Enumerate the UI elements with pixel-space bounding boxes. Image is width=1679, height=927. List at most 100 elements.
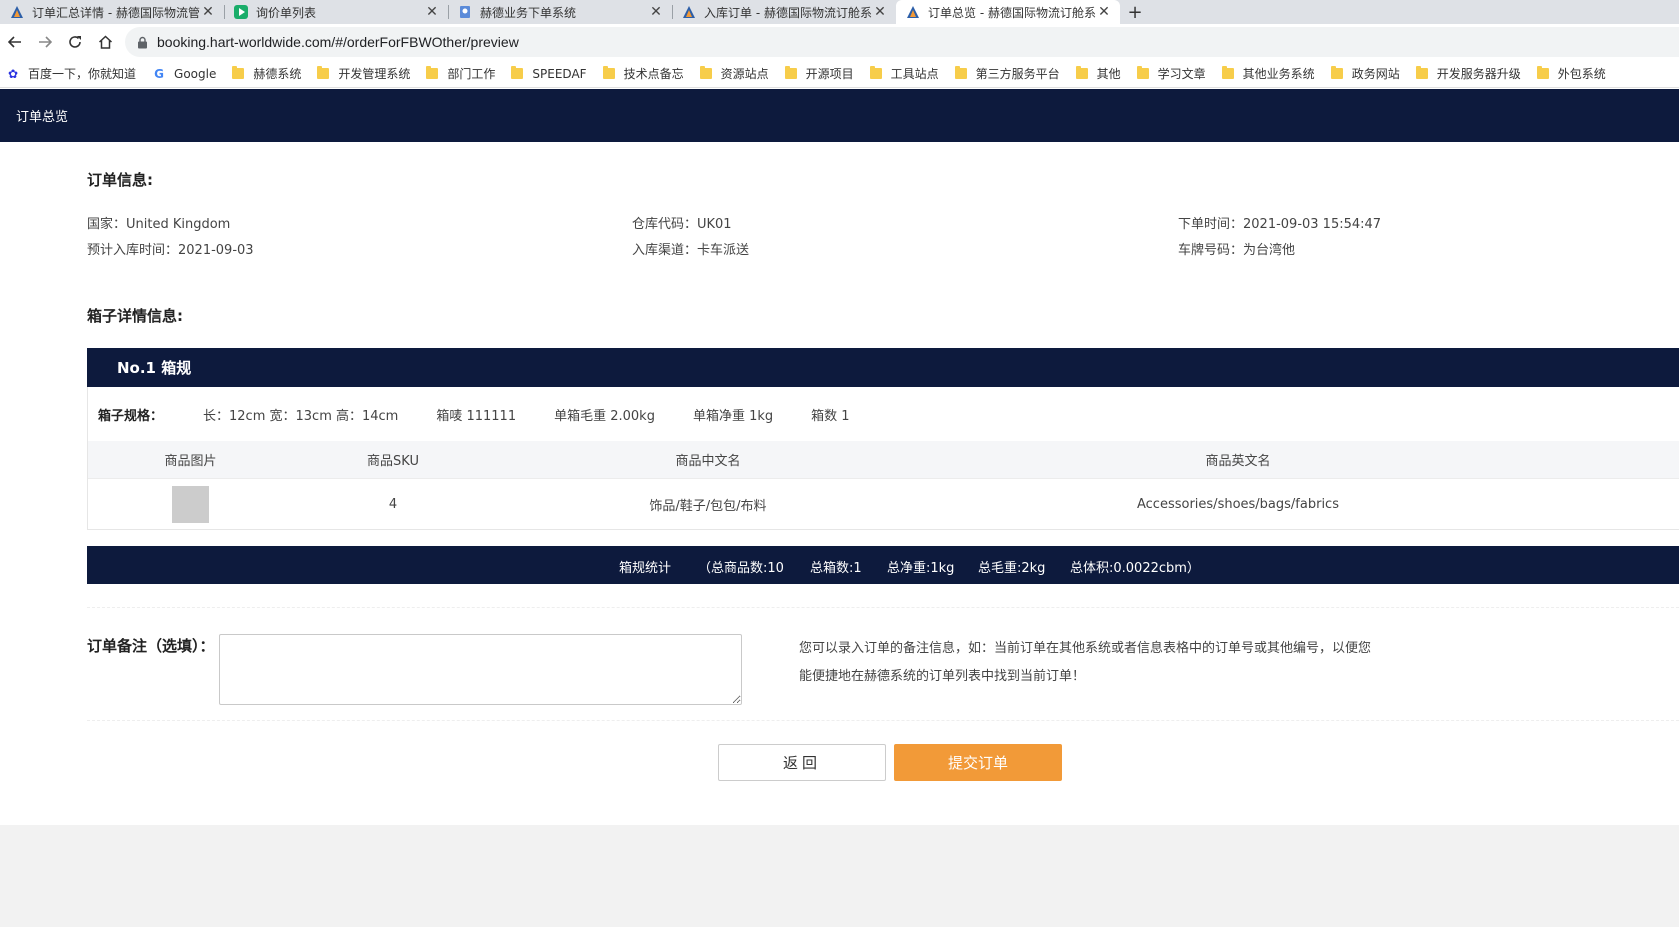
box-dimensions: 长：12cm 宽：13cm 高：14cm: [203, 408, 399, 424]
back-button[interactable]: 返回: [718, 744, 886, 781]
divider: [87, 607, 1679, 608]
box-summary-bar: 箱规统计 （总商品数:10 总箱数:1 总净重:1kg 总毛重:2kg 总体积:…: [87, 546, 1679, 584]
tab-title: 询价单列表: [256, 5, 317, 20]
box-info-title: 箱子详情信息:: [87, 307, 183, 325]
bookmark-item[interactable]: ✿ 百度一下，你就知道: [6, 65, 136, 82]
bookmark-folder[interactable]: 开发管理系统: [317, 65, 410, 82]
app-header: 订单总览: [0, 89, 1679, 142]
forward-arrow-icon[interactable]: [30, 27, 60, 57]
bookmark-folder[interactable]: 技术点备忘: [602, 65, 684, 82]
bookmark-folder[interactable]: 部门工作: [426, 65, 495, 82]
expected-date-info: 预计入库时间：2021-09-03: [87, 243, 254, 258]
box-count: 箱数 1: [811, 408, 850, 424]
bookmark-item[interactable]: G Google: [152, 67, 216, 81]
tab-title: 赫德业务下单系统: [480, 5, 577, 20]
channel-info: 入库渠道：卡车派送: [632, 243, 750, 258]
bookmark-folder[interactable]: 学习文章: [1136, 65, 1206, 82]
bookmark-folder[interactable]: 政务网站: [1330, 65, 1400, 82]
bookmark-folder[interactable]: 第三方服务平台: [954, 65, 1060, 82]
green-play-icon: [234, 5, 248, 19]
box-spec-row: 箱子规格： 长：12cm 宽：13cm 高：14cm 箱唛 111111 单箱毛…: [88, 387, 1679, 441]
folder-icon: [1330, 66, 1343, 79]
browser-tab-active[interactable]: 订单总览 - 赫德国际物流订舱系统 ✕: [896, 0, 1120, 24]
folder-icon: [869, 66, 882, 79]
folder-icon: [511, 66, 524, 79]
bookmark-folder[interactable]: 开发服务器升级: [1415, 65, 1521, 82]
folder-icon: [699, 66, 712, 79]
product-sku: 4: [388, 497, 398, 512]
hart-logo-icon: [906, 5, 920, 19]
order-preview-content: 订单信息: 国家：United Kingdom 仓库代码：UK01 下单时间：2…: [0, 142, 1679, 825]
page-footer: [0, 825, 1679, 927]
lock-icon: [137, 35, 149, 49]
box-header: No.1 箱规: [87, 348, 1679, 387]
bookmark-folder[interactable]: 工具站点: [869, 65, 939, 82]
url-text: booking.hart-worldwide.com/#/orderForFBW…: [157, 34, 519, 50]
summary-total-items: （总商品数:10: [698, 561, 784, 576]
folder-icon: [1221, 66, 1234, 79]
document-icon: [458, 5, 472, 19]
bookmark-folder[interactable]: 开源项目: [784, 65, 854, 82]
country-info: 国家：United Kingdom: [87, 217, 231, 232]
tab-title: 入库订单 - 赫德国际物流订舱系统: [704, 5, 872, 20]
remark-tip: 您可以录入订单的备注信息，如：当前订单在其他系统或者信息表格中的订单号或其他编号…: [799, 641, 1372, 684]
order-info-title: 订单信息:: [87, 171, 153, 189]
browser-tabbar: 订单汇总详情 - 赫德国际物流管理 ✕ 询价单列表 ✕ 赫德业务下单系统 ✕ 入…: [0, 0, 1679, 24]
address-bar[interactable]: booking.hart-worldwide.com/#/orderForFBW…: [125, 27, 1679, 57]
warehouse-code-info: 仓库代码：UK01: [632, 217, 732, 232]
spec-label: 箱子规格：: [98, 408, 164, 424]
browser-toolbar: booking.hart-worldwide.com/#/orderForFBW…: [0, 24, 1679, 60]
hart-logo-icon: [682, 5, 696, 19]
close-icon[interactable]: ✕: [648, 4, 664, 20]
product-name-cn: 饰品/鞋子/包包/布料: [649, 499, 767, 514]
order-time-info: 下单时间：2021-09-03 15:54:47: [1178, 217, 1382, 232]
bookmark-folder[interactable]: 资源站点: [699, 65, 769, 82]
folder-icon: [1415, 66, 1428, 79]
box-gross-weight: 单箱毛重 2.00kg: [554, 408, 655, 424]
remark-textarea[interactable]: [219, 634, 742, 705]
column-header: 商品图片: [164, 454, 217, 469]
bookmarks-bar: ✿ 百度一下，你就知道 G Google 赫德系统 开发管理系统 部门工作 SPEE…: [0, 60, 1679, 88]
summary-total-gross: 总毛重:2kg: [978, 561, 1046, 576]
close-icon[interactable]: ✕: [200, 4, 216, 20]
folder-icon: [317, 66, 330, 79]
browser-tab[interactable]: 赫德业务下单系统 ✕: [448, 0, 672, 24]
bookmark-folder[interactable]: SPEEDAF: [511, 66, 587, 81]
summary-label: 箱规统计: [619, 561, 672, 576]
box-net-weight: 单箱净重 1kg: [692, 408, 774, 424]
bookmark-folder[interactable]: 外包系统: [1536, 65, 1606, 82]
back-arrow-icon[interactable]: [0, 27, 30, 57]
remark-label: 订单备注（选填）：: [87, 637, 215, 655]
browser-tab[interactable]: 询价单列表 ✕: [224, 0, 448, 24]
summary-total-volume: 总体积:0.0022cbm）: [1070, 561, 1200, 576]
bookmark-folder[interactable]: 其他业务系统: [1221, 65, 1315, 82]
summary-total-net: 总净重:1kg: [887, 561, 955, 576]
browser-tab[interactable]: 订单汇总详情 - 赫德国际物流管理 ✕: [0, 0, 224, 24]
tab-title: 订单总览 - 赫德国际物流订舱系统: [928, 5, 1096, 20]
folder-icon: [1136, 66, 1149, 79]
folder-icon: [1075, 66, 1088, 79]
new-tab-button[interactable]: +: [1120, 0, 1150, 24]
close-icon[interactable]: ✕: [872, 4, 888, 20]
hart-logo-icon: [10, 5, 24, 19]
column-header: 商品中文名: [675, 454, 741, 469]
plate-info: 车牌号码：为台湾他: [1178, 243, 1296, 258]
folder-icon: [426, 66, 439, 79]
close-icon[interactable]: ✕: [1096, 4, 1112, 20]
reload-icon[interactable]: [60, 27, 90, 57]
folder-icon: [602, 66, 615, 79]
product-name-en: Accessories/shoes/bags/fabrics: [1137, 497, 1339, 512]
column-header: 商品SKU: [367, 454, 419, 469]
home-icon[interactable]: [90, 27, 120, 57]
bookmark-folder[interactable]: 其他: [1075, 65, 1121, 82]
column-header: 商品英文名: [1205, 454, 1271, 469]
folder-icon: [232, 66, 245, 79]
folder-icon: [954, 66, 967, 79]
google-icon: G: [154, 66, 164, 81]
product-image-placeholder[interactable]: [172, 486, 209, 523]
submit-order-button[interactable]: 提交订单: [894, 744, 1062, 781]
close-icon[interactable]: ✕: [424, 4, 440, 20]
browser-tab[interactable]: 入库订单 - 赫德国际物流订舱系统 ✕: [672, 0, 896, 24]
bookmark-folder[interactable]: 赫德系统: [232, 65, 301, 82]
table-row: 4 饰品/鞋子/包包/布料 Accessories/shoes/bags/fab…: [88, 479, 1679, 530]
